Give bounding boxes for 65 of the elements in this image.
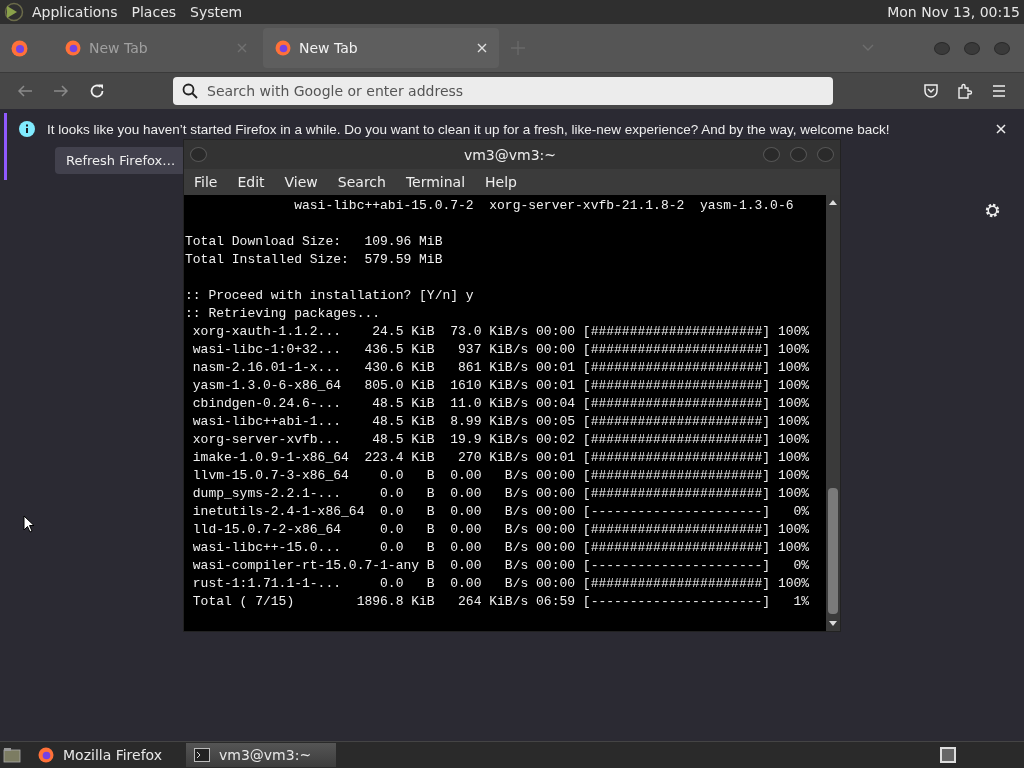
desktop-icon[interactable] xyxy=(3,747,21,763)
terminal-line: Total Installed Size: 579.59 MiB xyxy=(185,251,444,269)
close-button[interactable] xyxy=(817,147,834,162)
terminal-line: inetutils-2.4-1-x86_64 0.0 B 0.00 B/s 00:00 [----------------------] 0% xyxy=(191,503,811,521)
terminal-line: wasi-compiler-rt-15.0.7-1-any B 0.00 B/s 00:00 [----------------------] 0% xyxy=(191,557,811,575)
puzzle-icon[interactable] xyxy=(957,83,973,99)
menu-item[interactable]: View xyxy=(284,174,318,190)
terminal-line: wasi-libc++abi-1... 48.5 KiB 8.99 KiB/s 00:05 [######################] 100% xyxy=(191,413,811,431)
menu-item[interactable]: Help xyxy=(485,174,517,190)
info-icon xyxy=(19,121,35,137)
menu-item[interactable]: Search xyxy=(337,174,386,190)
panel-menu[interactable]: System xyxy=(190,4,243,20)
panel-menu[interactable]: Applications xyxy=(32,4,118,20)
taskbar-button[interactable]: Mozilla Firefox xyxy=(30,743,180,767)
terminal-line: cbindgen-0.24.6-... 48.5 KiB 11.0 KiB/s 00:04 [######################] 100% xyxy=(191,395,811,413)
browser-icon xyxy=(275,40,291,56)
notification-message: It looks like you haven’t started Firefox in a while. Do you want to clean it up for a fresh, like-new experience? And by the way, welcome back! xyxy=(47,121,890,137)
terminal-line: yasm-1.3.0-6-x86_64 805.0 KiB 1610 KiB/s 00:01 [######################] 100% xyxy=(191,377,811,395)
chevron-down-icon[interactable] xyxy=(862,44,874,52)
terminal-icon xyxy=(194,748,210,762)
terminal-line: :: Retrieving packages... xyxy=(185,305,382,323)
terminal-line: lld-15.0.7-2-x86_64 0.0 B 0.00 B/s 00:00 [######################] 100% xyxy=(191,521,811,539)
minimize-button[interactable] xyxy=(934,41,950,55)
window-menu-button[interactable] xyxy=(190,147,207,162)
maximize-button[interactable] xyxy=(790,147,807,162)
cursor-icon xyxy=(23,515,35,533)
terminal-line: wasi-libc++-15.0... 0.0 B 0.00 B/s 00:00 [######################] 100% xyxy=(191,539,811,557)
browser-icon[interactable] xyxy=(11,39,28,57)
search-icon xyxy=(182,83,198,99)
terminal-line: Total ( 7/15) 1896.8 KiB 264 KiB/s 06:59 [----------------------] 1% xyxy=(191,593,811,611)
browser-icon xyxy=(38,747,54,763)
terminal-line: :: Proceed with installation? [Y/n] y xyxy=(185,287,475,305)
terminal-line: imake-1.0.9-1-x86_64 223.4 KiB 270 KiB/s 00:01 [######################] 100% xyxy=(191,449,811,467)
address-field[interactable]: Search with Google or enter address xyxy=(173,77,833,105)
menu-item[interactable]: Terminal xyxy=(405,174,466,190)
menu-item[interactable]: Edit xyxy=(237,174,265,190)
terminal-line: xorg-xauth-1.1.2... 24.5 KiB 73.0 KiB/s 00:00 [######################] 100% xyxy=(191,323,811,341)
menu-item[interactable]: File xyxy=(194,174,218,190)
taskbar-button[interactable]: vm3@vm3:~ xyxy=(186,743,336,767)
terminal-line: Total Download Size: 109.96 MiB xyxy=(185,233,444,251)
minimize-button[interactable] xyxy=(763,147,780,162)
terminal-line: llvm-15.0.7-3-x86_64 0.0 B 0.00 B/s 00:00 [######################] 100% xyxy=(191,467,811,485)
menu-icon[interactable] xyxy=(991,83,1007,99)
browser-icon xyxy=(65,40,81,56)
terminal-line: nasm-2.16.01-1-x... 430.6 KiB 861 KiB/s 00:01 [######################] 100% xyxy=(191,359,811,377)
panel-menu[interactable]: Places xyxy=(131,4,177,20)
settings-icon[interactable] xyxy=(984,202,1001,219)
terminal-line: wasi-libc++abi-15.0.7-2 xorg-server-xvfb-21.1.8-2 yasm-1.3.0-6 xyxy=(293,197,795,215)
terminal-line: dump_syms-2.2.1-... 0.0 B 0.00 B/s 00:00 [######################] 100% xyxy=(191,485,811,503)
back-icon[interactable] xyxy=(17,83,33,99)
close-button[interactable] xyxy=(994,41,1010,55)
pocket-icon[interactable] xyxy=(923,83,939,99)
reload-icon[interactable] xyxy=(89,83,105,99)
terminal-line: rust-1:1.71.1-1-... 0.0 B 0.00 B/s 00:00 [######################] 100% xyxy=(191,575,811,593)
maximize-button[interactable] xyxy=(964,41,980,55)
workspace-switcher[interactable] xyxy=(940,747,956,763)
scrollbar[interactable] xyxy=(826,195,840,631)
browser-tab[interactable]: New Tab xyxy=(263,28,499,68)
clock[interactable]: Mon Nov 13, 00:15 xyxy=(887,4,1020,20)
close-icon[interactable] xyxy=(996,124,1006,134)
terminal-line: wasi-libc-1:0+32... 436.5 KiB 937 KiB/s 00:00 [######################] 100% xyxy=(191,341,811,359)
play-logo-icon[interactable] xyxy=(4,2,24,22)
forward-icon[interactable] xyxy=(53,83,69,99)
terminal-line: xorg-server-xvfb... 48.5 KiB 19.9 KiB/s 00:02 [######################] 100% xyxy=(191,431,811,449)
window-title: vm3@vm3:~ xyxy=(462,146,558,163)
